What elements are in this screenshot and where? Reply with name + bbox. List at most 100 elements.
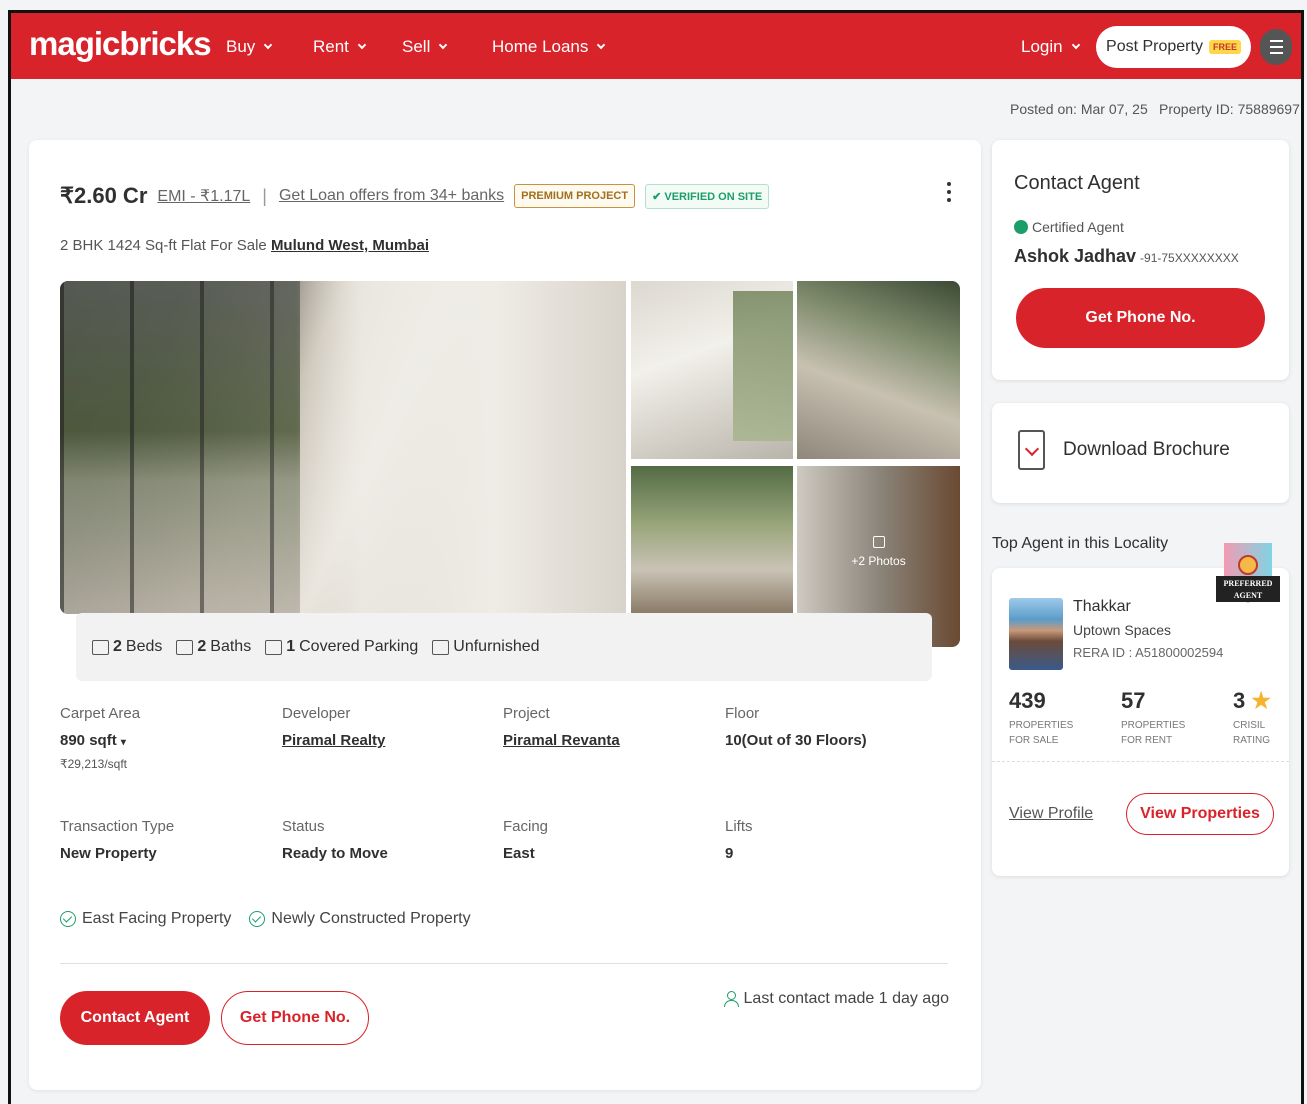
login-label: Login — [1021, 37, 1063, 56]
project-link[interactable]: Piramal Revanta — [503, 732, 620, 749]
more-photos-overlay: +2 Photos — [797, 536, 960, 568]
property-id-text: Property ID: 75889697 — [1159, 101, 1300, 117]
price-row: ₹2.60 Cr EMI - ₹1.17L | Get Loan offers … — [60, 183, 770, 209]
verified-on-site-badge: ✔ VERIFIED ON SITE — [645, 183, 770, 209]
stat-caption: FOR SALE — [1009, 735, 1059, 746]
chevron-down-icon — [357, 40, 367, 50]
gallery-photo[interactable] — [631, 281, 793, 459]
contact-agent-button[interactable]: Contact Agent — [60, 991, 210, 1045]
post-property-label: Post Property — [1106, 38, 1203, 55]
gallery-photo[interactable] — [631, 466, 793, 614]
agent-label: AGENT — [1233, 591, 1263, 600]
get-phone-button[interactable]: Get Phone No. — [221, 991, 369, 1045]
emi-link[interactable]: EMI - ₹1.17L — [157, 186, 250, 206]
parking-count: 1 — [286, 638, 296, 655]
nav-rent[interactable]: Rent — [313, 37, 367, 57]
tag-newly-constructed: Newly Constructed Property — [249, 910, 471, 928]
download-brochure-label: Download Brochure — [1063, 439, 1230, 460]
stat-number: 57 — [1121, 688, 1146, 713]
crisil-rating-value: 3 ★ — [1233, 688, 1271, 714]
brochure-card[interactable]: Download Brochure — [992, 403, 1289, 503]
more-options-icon[interactable] — [947, 182, 951, 202]
detail-floor: Floor 10(Out of 30 Floors) — [725, 705, 867, 749]
furnishing-label: Unfurnished — [453, 638, 540, 655]
photo-gallery: +2 Photos — [60, 281, 960, 647]
posted-on-text: Posted on: Mar 07, 25 — [1010, 101, 1148, 117]
gallery-photo[interactable] — [797, 281, 960, 459]
view-profile-link[interactable]: View Profile — [1009, 805, 1093, 823]
stat-number: 3 — [1233, 688, 1246, 713]
certified-agent-label: Certified Agent — [1014, 219, 1124, 235]
star-icon: ★ — [1251, 688, 1271, 713]
page-frame: magicbricks Buy Rent Sell Home Loans Log… — [8, 10, 1304, 1104]
detail-transaction-type: Transaction Type New Property — [60, 818, 174, 862]
hamburger-menu-icon[interactable] — [1260, 29, 1292, 65]
tag-east-facing: East Facing Property — [60, 910, 231, 928]
top-navbar: magicbricks Buy Rent Sell Home Loans Log… — [11, 13, 1301, 79]
property-detail-card: ₹2.60 Cr EMI - ₹1.17L | Get Loan offers … — [29, 140, 981, 1090]
property-subtitle: 2 BHK 1424 Sq-ft Flat For Sale Mulund We… — [60, 237, 429, 254]
features-bar: 2 Beds 2 Baths 1 Covered Parking Unfurnishe… — [76, 613, 932, 681]
carpet-area-value: 890 sqft — [60, 732, 117, 749]
magicbricks-logo[interactable]: magicbricks — [29, 25, 212, 63]
beds-feature: 2 Beds — [92, 638, 162, 656]
free-badge: FREE — [1208, 40, 1241, 54]
detail-value: Ready to Move — [282, 845, 388, 862]
detail-label: Transaction Type — [60, 818, 175, 835]
view-properties-button[interactable]: View Properties — [1126, 793, 1274, 835]
stat-caption: PROPERTIES — [1121, 720, 1186, 731]
baths-feature: 2 Baths — [176, 638, 251, 656]
check-circle-icon — [60, 911, 76, 927]
top-agent-section-title: Top Agent in this Locality — [992, 535, 1169, 552]
get-phone-number-button[interactable]: Get Phone No. — [1016, 288, 1265, 348]
download-document-icon — [1018, 430, 1045, 470]
detail-label: Developer — [282, 705, 351, 722]
beds-label: Beds — [125, 638, 163, 655]
contact-agent-card: Contact Agent Certified Agent Ashok Jadh… — [992, 140, 1289, 380]
medal-icon — [1238, 555, 1258, 575]
chevron-down-icon — [1071, 40, 1080, 50]
last-contact-text: Last contact made 1 day ago — [743, 990, 949, 1007]
certified-check-icon — [1014, 220, 1028, 234]
nav-home-loans[interactable]: Home Loans — [492, 37, 606, 57]
bed-icon — [92, 639, 109, 655]
detail-facing: Facing East — [503, 818, 548, 862]
nav-home-loans-label: Home Loans — [492, 37, 589, 56]
detail-carpet-area: Carpet Area 890 sqft ▾ ₹29,213/sqft — [60, 705, 140, 771]
detail-value[interactable]: 890 sqft ▾ — [60, 732, 140, 749]
user-icon — [723, 991, 739, 1007]
nav-buy[interactable]: Buy — [226, 37, 273, 57]
developer-link[interactable]: Piramal Realty — [282, 732, 385, 749]
car-icon — [265, 639, 283, 655]
stat-number: 439 — [1009, 688, 1046, 713]
nav-sell[interactable]: Sell — [402, 37, 448, 57]
detail-label: Carpet Area — [60, 705, 141, 722]
property-tags: East Facing Property Newly Constructed P… — [60, 910, 471, 928]
loan-offers-link[interactable]: Get Loan offers from 34+ banks — [279, 187, 504, 205]
premium-project-badge: PREMIUM PROJECT — [514, 184, 636, 208]
chevron-down-icon — [264, 40, 273, 50]
preferred-label: PREFERRED — [1223, 579, 1273, 588]
gallery-icon — [872, 536, 885, 548]
detail-lifts: Lifts 9 — [725, 818, 753, 862]
stat-caption: PROPERTIES — [1009, 720, 1074, 731]
post-property-button[interactable]: Post Property FREE — [1096, 26, 1251, 68]
download-brochure-button[interactable]: Download Brochure — [1018, 430, 1230, 470]
certified-text: Certified Agent — [1032, 219, 1124, 235]
detail-label: Status — [282, 818, 325, 835]
last-contact-info: Last contact made 1 day ago — [723, 990, 949, 1008]
login-menu[interactable]: Login — [1021, 37, 1080, 57]
chevron-down-icon — [439, 40, 448, 50]
detail-value: East — [503, 845, 535, 862]
price-per-sqft: ₹29,213/sqft — [60, 757, 128, 771]
location-link[interactable]: Mulund West, Mumbai — [271, 237, 429, 254]
detail-label: Floor — [725, 705, 760, 722]
detail-label: Lifts — [725, 818, 753, 835]
detail-status: Status Ready to Move — [282, 818, 388, 862]
main-photo[interactable] — [60, 281, 626, 614]
furnishing-feature: Unfurnished — [432, 638, 540, 656]
chevron-down-icon — [597, 40, 606, 50]
stat-for-sale: 439 PROPERTIES FOR SALE — [1009, 688, 1073, 748]
agent-avatar — [1009, 598, 1063, 670]
top-agent-name[interactable]: Thakkar — [1073, 598, 1131, 616]
